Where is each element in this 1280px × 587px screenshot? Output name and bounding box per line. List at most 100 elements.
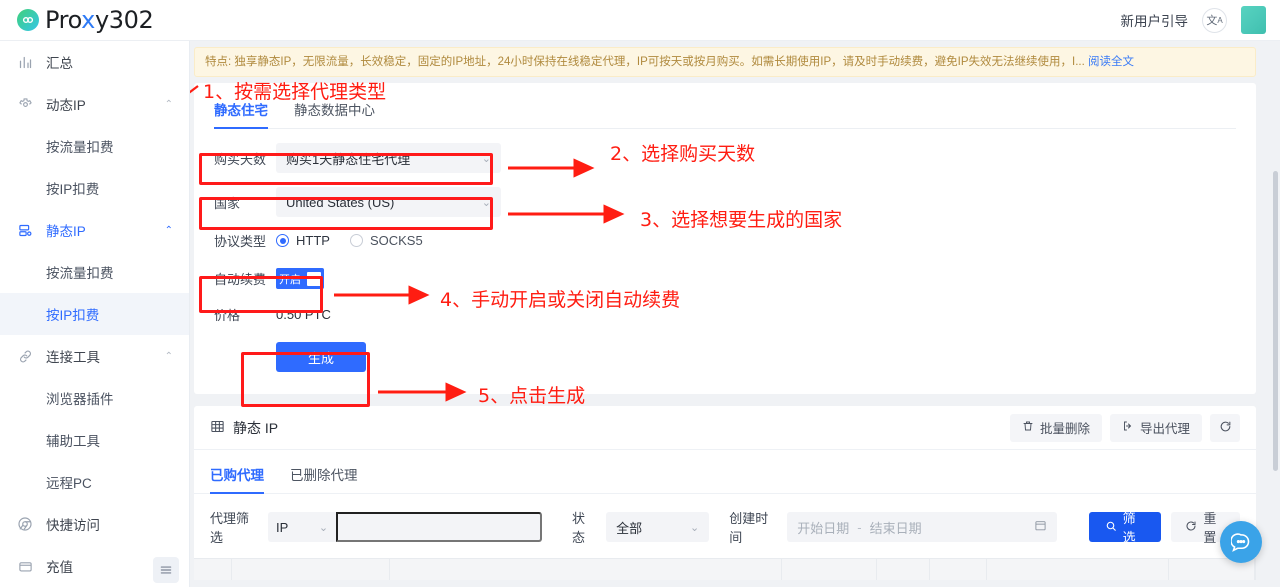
wallet-icon — [16, 559, 34, 574]
scrollbar-thumb[interactable] — [1273, 171, 1278, 471]
autorenew-row: 自动续费 开启 — [214, 268, 1236, 289]
table-header: 静态 IP 批量删除 导出代理 — [194, 406, 1256, 450]
table-header-cell — [390, 559, 782, 580]
translate-icon[interactable]: 文A — [1202, 7, 1227, 33]
buy-days-select[interactable]: 购买1天静态住宅代理 ⌄ — [276, 143, 501, 173]
proxy-filter-label: 代理筛选 — [210, 511, 250, 545]
sidebar-item-remote-pc[interactable]: 远程PC — [0, 461, 189, 503]
sidebar-item-summary[interactable]: 汇总 — [0, 41, 189, 83]
chat-bubble-icon[interactable] — [1220, 521, 1262, 563]
autorenew-label: 自动续费 — [214, 272, 267, 287]
sidebar-item-label: 静态IP — [46, 224, 86, 239]
country-label: 国家 — [214, 195, 241, 211]
country-select[interactable]: United States (US) ⌄ — [276, 187, 501, 217]
header-actions: 新用户引导 文A — [1121, 6, 1280, 34]
table-header-cell — [194, 559, 233, 580]
protocol-radio-group: HTTP SOCKS5 — [276, 233, 423, 248]
filter-search-label: 筛选 — [1122, 511, 1136, 545]
table-header-cell — [877, 559, 930, 580]
collapse-menu-icon[interactable] — [153, 557, 179, 583]
sidebar: 汇总 动态IP ⌃ 按流量扣费 按IP扣费 静态IP ⌃ 按流量扣费 按IP扣费… — [0, 41, 190, 587]
date-end-placeholder: 结束日期 — [869, 520, 922, 536]
price-label: 价格 — [214, 308, 241, 323]
brand-text-x: x — [81, 6, 95, 34]
export-proxy-button[interactable]: 导出代理 — [1109, 413, 1202, 442]
sidebar-item-dynamic-ip[interactable]: 动态IP ⌃ — [0, 83, 189, 125]
proxy-filter-select[interactable]: IP ⌄ — [268, 512, 337, 542]
sidebar-item-dynamic-ip-billing[interactable]: 按IP扣费 — [0, 167, 189, 209]
sidebar-item-helper-tools[interactable]: 辅助工具 — [0, 419, 189, 461]
status-label: 状态 — [572, 511, 586, 545]
sidebar-item-label: 按流量扣费 — [46, 140, 114, 155]
radio-http[interactable]: HTTP — [276, 233, 330, 248]
sidebar-item-quick-access[interactable]: 快捷访问 — [0, 503, 189, 545]
brand-text-part1: Pro — [45, 6, 82, 34]
avatar[interactable] — [1241, 6, 1266, 34]
date-range-picker[interactable]: 开始日期 - 结束日期 — [787, 512, 1057, 542]
autorenew-toggle[interactable]: 开启 — [276, 268, 324, 289]
chevron-up-icon: ⌃ — [164, 350, 173, 362]
sidebar-item-label: 远程PC — [46, 476, 92, 491]
feature-notice-banner: 特点: 独享静态IP，无限流量，长效稳定，固定的IP地址，24小时保持在线稳定代… — [194, 47, 1256, 77]
proxy-logo-icon — [17, 9, 39, 31]
sidebar-item-label: 浏览器插件 — [46, 392, 114, 407]
refresh-table-button[interactable] — [1210, 413, 1240, 442]
refresh-icon — [1185, 520, 1197, 535]
app-root: Proxy302 新用户引导 文A 汇总 动态IP ⌃ 按流量扣费 按IP扣费 … — [0, 0, 1280, 587]
batch-delete-button[interactable]: 批量删除 — [1009, 413, 1102, 442]
radio-socks5[interactable]: SOCKS5 — [349, 233, 423, 248]
tab-purchased-proxies[interactable]: 已购代理 — [210, 464, 264, 494]
filter-search-button[interactable]: 筛选 — [1088, 511, 1162, 545]
content-scrollbar[interactable] — [1271, 41, 1280, 587]
sidebar-item-label: 汇总 — [46, 56, 73, 71]
annotation-step-1: 1、按需选择代理类型 — [203, 81, 387, 103]
proxy-list-tabs: 已购代理 已删除代理 — [194, 450, 1256, 494]
buy-days-label: 购买天数 — [214, 151, 267, 167]
sidebar-item-dynamic-traffic[interactable]: 按流量扣费 — [0, 125, 189, 167]
date-start-placeholder: 开始日期 — [797, 520, 850, 536]
brand-text-part2: y302 — [94, 6, 154, 34]
chevron-down-icon: ⌄ — [318, 521, 329, 534]
server-static-icon — [16, 223, 34, 238]
search-icon — [1105, 520, 1117, 535]
proxy-search-input[interactable] — [336, 512, 543, 542]
sidebar-item-label: 按IP扣费 — [46, 308, 100, 323]
read-more-link[interactable]: 阅读全文 — [1088, 56, 1134, 68]
sidebar-item-label: 动态IP — [46, 98, 86, 113]
brand-name: Proxy302 — [45, 6, 154, 34]
generate-button[interactable]: 生成 — [276, 342, 366, 372]
radio-unselected-icon — [349, 234, 363, 247]
table-header-actions: 批量删除 导出代理 — [1009, 413, 1240, 442]
created-time-label: 创建时间 — [729, 511, 769, 545]
sidebar-item-static-ip-billing[interactable]: 按IP扣费 — [0, 293, 189, 335]
main-content: 特点: 独享静态IP，无限流量，长效稳定，固定的IP地址，24小时保持在线稳定代… — [190, 41, 1280, 587]
brand-logo[interactable]: Proxy302 — [0, 6, 154, 34]
link-icon — [16, 349, 34, 364]
sidebar-item-label: 辅助工具 — [46, 434, 100, 449]
sidebar-item-browser-extension[interactable]: 浏览器插件 — [0, 377, 189, 419]
table-header-cell — [232, 559, 390, 580]
country-value: United States (US) — [286, 194, 395, 210]
toggle-knob — [307, 271, 321, 286]
sidebar-item-label: 连接工具 — [46, 350, 100, 365]
chevron-down-icon: ⌄ — [481, 196, 491, 209]
table-header-cell — [1254, 559, 1256, 580]
autorenew-state-label: 开启 — [279, 273, 301, 286]
new-user-guide-link[interactable]: 新用户引导 — [1121, 10, 1189, 30]
tab-deleted-proxies[interactable]: 已删除代理 — [290, 464, 358, 493]
table-title-text: 静态 IP — [233, 419, 279, 436]
protocol-row: 协议类型 HTTP SOCKS5 — [214, 231, 1236, 250]
sidebar-item-static-traffic[interactable]: 按流量扣费 — [0, 251, 189, 293]
status-select[interactable]: 全部 ⌄ — [606, 512, 710, 542]
buy-days-value: 购买1天静态住宅代理 — [286, 151, 411, 167]
sidebar-item-connect-tools[interactable]: 连接工具 ⌃ — [0, 335, 189, 377]
chevron-up-icon: ⌃ — [164, 98, 173, 110]
export-proxy-label: 导出代理 — [1139, 422, 1190, 436]
chevron-down-icon: ⌄ — [481, 152, 491, 165]
sidebar-item-static-ip[interactable]: 静态IP ⌃ — [0, 209, 189, 251]
proxy-filter-value: IP — [276, 519, 289, 535]
price-row: 价格 0.50 PTC — [214, 305, 1236, 324]
app-header: Proxy302 新用户引导 文A — [0, 0, 1280, 41]
chevron-up-icon: ⌃ — [164, 224, 173, 236]
purchase-card: 静态住宅 静态数据中心 购买天数 购买1天静态住宅代理 ⌄ 国家 United … — [194, 83, 1256, 394]
